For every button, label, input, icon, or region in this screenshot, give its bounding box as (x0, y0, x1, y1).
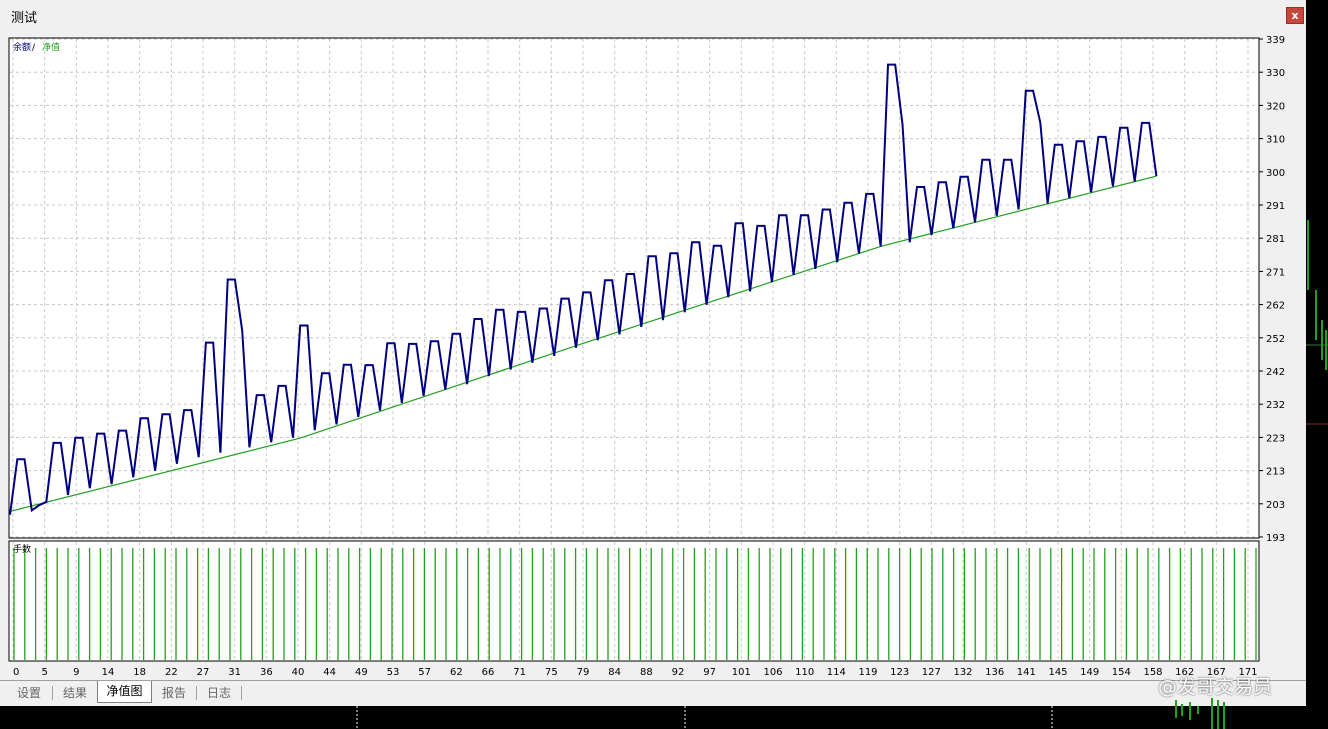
y-axis-ticks: 193 203 213 223 232 242 252 262 271 281 291 300 310 3… (1259, 35, 1285, 544)
y-tick-label: 232 (1266, 400, 1285, 411)
y-tick-label: 193 (1266, 533, 1285, 544)
y-tick-label: 203 (1266, 500, 1285, 511)
x-tick-label: 71 (513, 667, 526, 678)
x-tick-label: 141 (1017, 667, 1036, 678)
tab-report[interactable]: 报告 (153, 683, 195, 703)
x-tick-label: 127 (922, 667, 941, 678)
x-tick-label: 36 (260, 667, 273, 678)
y-tick-label: 291 (1266, 201, 1285, 212)
y-tick-label: 320 (1266, 101, 1285, 112)
equity-chart: 1932032132232322422522622712812913003103… (8, 35, 1285, 678)
x-tick-label: 106 (763, 667, 782, 678)
y-tick-label: 223 (1266, 433, 1285, 444)
x-tick-label: 18 (133, 667, 146, 678)
tab-journal[interactable]: 日志 (198, 683, 240, 703)
x-tick-label: 132 (953, 667, 972, 678)
x-tick-label: 62 (450, 667, 463, 678)
equity-panel-frame (8, 37, 1260, 539)
tab-divider (52, 686, 53, 700)
y-tick-label: 262 (1266, 301, 1285, 312)
tab-equity-chart[interactable]: 净值图 (97, 681, 152, 703)
x-tick-label: 149 (1080, 667, 1099, 678)
volume-label: 手数 (13, 543, 31, 555)
x-tick-label: 145 (1048, 667, 1067, 678)
x-tick-label: 123 (890, 667, 909, 678)
x-tick-label: 5 (41, 667, 47, 678)
tab-divider (241, 686, 242, 700)
tester-window: 测试 x 193 203 213 223 232 242 252 262 271 281 291 30… (0, 0, 1306, 706)
legend-equity: 净值 (42, 41, 60, 53)
tab-divider (196, 686, 197, 700)
y-tick-label: 281 (1266, 234, 1285, 245)
x-tick-label: 88 (640, 667, 653, 678)
y-tick-label: 300 (1266, 168, 1285, 179)
x-tick-label: 75 (545, 667, 558, 678)
y-tick-label: 310 (1266, 135, 1285, 146)
x-tick-label: 110 (795, 667, 814, 678)
x-tick-label: 31 (228, 667, 241, 678)
tab-bar: 设置 结果 净值图 报告 日志 (0, 680, 1306, 706)
y-tick-label: 271 (1266, 267, 1285, 278)
x-tick-label: 97 (703, 667, 716, 678)
legend-balance: 余额 (13, 41, 31, 53)
y-tick-label: 252 (1266, 334, 1285, 345)
x-tick-label: 44 (323, 667, 336, 678)
x-tick-label: 92 (672, 667, 685, 678)
y-tick-label: 213 (1266, 467, 1285, 478)
x-tick-label: 154 (1112, 667, 1131, 678)
x-tick-label: 53 (387, 667, 400, 678)
watermark: @发哥交易员 (1158, 676, 1273, 698)
x-tick-label: 84 (608, 667, 621, 678)
x-tick-label: 66 (482, 667, 495, 678)
tab-results[interactable]: 结果 (54, 683, 96, 703)
x-tick-label: 79 (577, 667, 590, 678)
x-tick-label: 119 (858, 667, 877, 678)
x-tick-label: 136 (985, 667, 1004, 678)
x-tick-label: 114 (827, 667, 846, 678)
x-tick-label: 9 (73, 667, 79, 678)
y-tick-label: 242 (1266, 367, 1285, 378)
y-tick-label: 339 (1266, 35, 1285, 46)
tab-settings[interactable]: 设置 (8, 683, 50, 703)
x-tick-label: 101 (732, 667, 751, 678)
volume-panel-frame (8, 540, 1260, 662)
x-tick-label: 57 (418, 667, 431, 678)
x-tick-label: 27 (197, 667, 210, 678)
x-tick-label: 40 (292, 667, 305, 678)
x-tick-label: 0 (13, 667, 19, 678)
x-axis-ticks: 0 5 9 14 18 22 27 31 36 40 44 49 53 57 62 66 71 75 79 84 88 9… (13, 667, 1258, 678)
x-tick-label: 22 (165, 667, 178, 678)
x-tick-label: 14 (102, 667, 115, 678)
x-tick-label: 49 (355, 667, 368, 678)
y-tick-label: 330 (1266, 68, 1285, 79)
